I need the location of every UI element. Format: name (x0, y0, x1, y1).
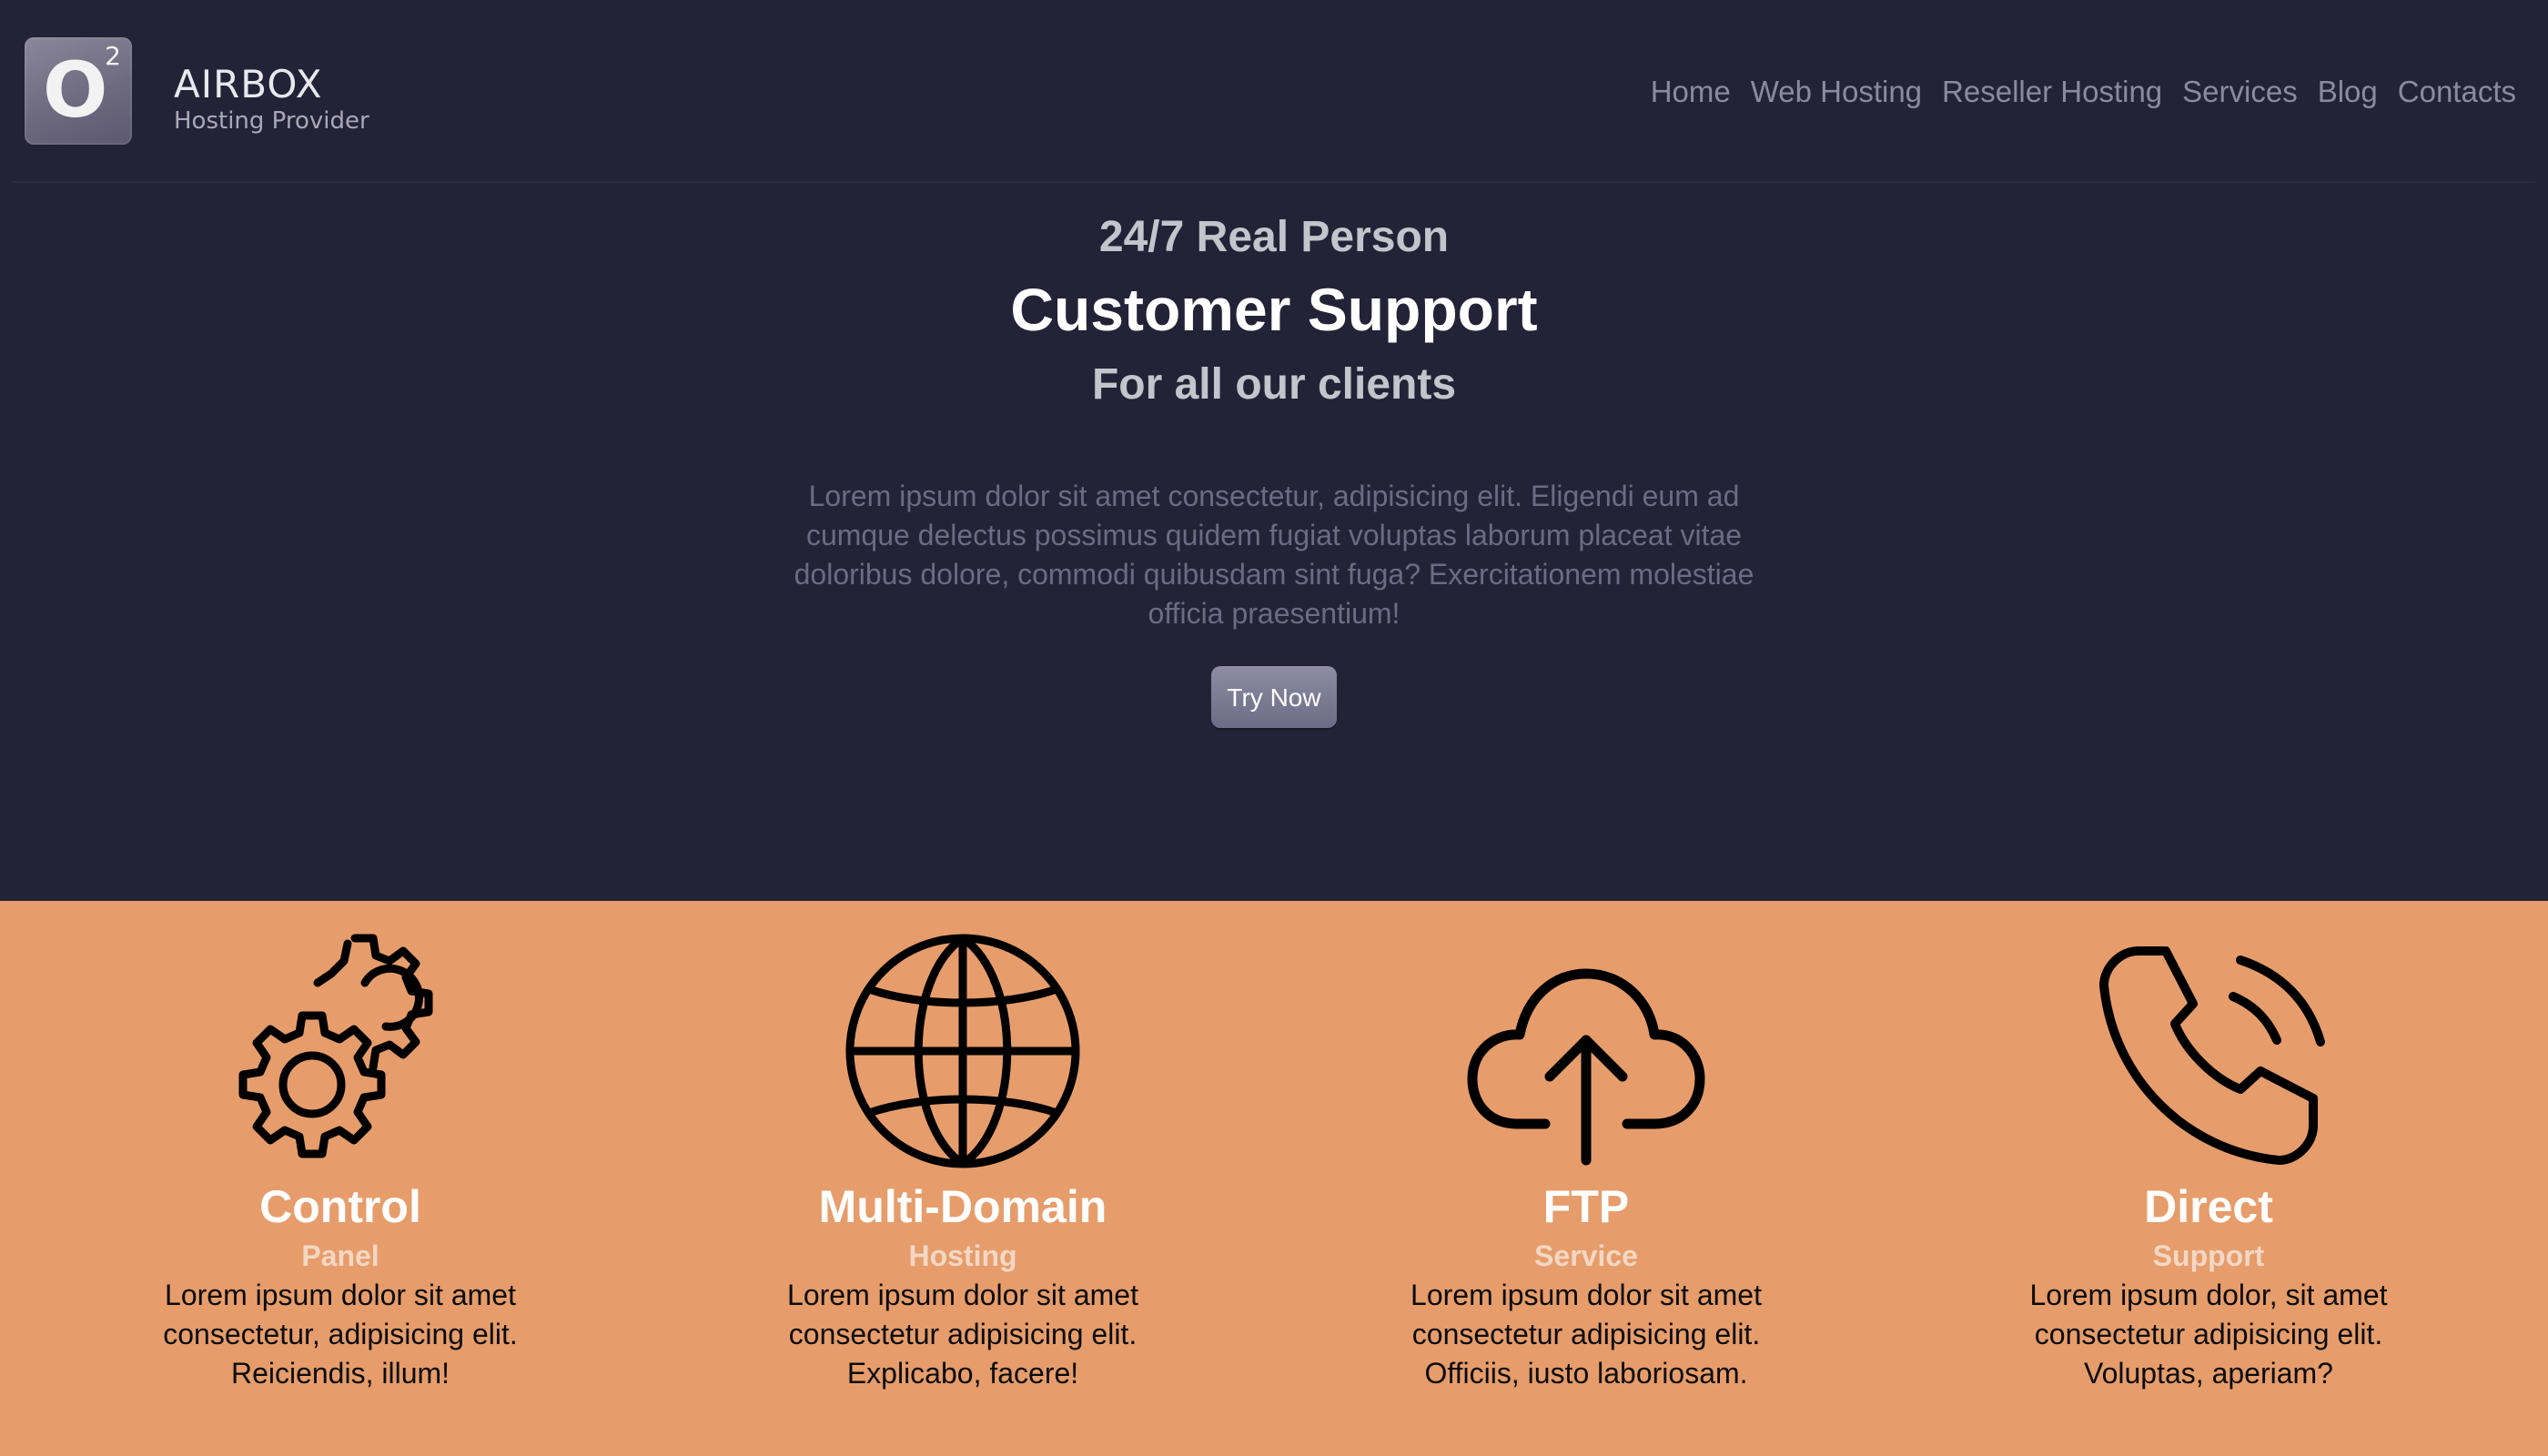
header-divider (13, 181, 2535, 183)
feature-subtitle: Hosting (908, 1239, 1017, 1272)
phone-call-icon (2099, 946, 2325, 1165)
feature-title: FTP (1542, 1181, 1630, 1232)
feature-title: Control (259, 1181, 421, 1232)
nav-item-reseller-hosting[interactable]: Reseller Hosting (1942, 75, 2162, 109)
feature-control-panel: Control Panel Lorem ipsum dolor sit amet… (86, 933, 595, 1393)
brand-name[interactable]: AIRBOX (174, 62, 323, 106)
logo-superscript: 2 (105, 41, 121, 71)
feature-subtitle: Support (2152, 1239, 2265, 1272)
feature-description: Lorem ipsum dolor sit amet consectetur a… (1410, 1279, 1762, 1390)
nav-item-blog[interactable]: Blog (2318, 75, 2378, 109)
brand-tagline: Hosting Provider (174, 107, 369, 135)
nav-item-web-hosting[interactable]: Web Hosting (1751, 75, 1922, 109)
hero-title: Customer Support (1010, 276, 1538, 343)
main-nav: Home Web Hosting Reseller Hosting Servic… (1651, 75, 2516, 109)
hero-content: 24/7 Real Person Customer Support For al… (0, 209, 2548, 728)
feature-subtitle: Panel (301, 1239, 379, 1272)
gears-icon (238, 934, 433, 1158)
nav-item-home[interactable]: Home (1651, 75, 1731, 109)
feature-multi-domain: Multi-Domain Hosting Lorem ipsum dolor s… (708, 933, 1218, 1393)
globe-icon (845, 934, 1080, 1168)
hero-kicker: 24/7 Real Person (1098, 213, 1450, 261)
feature-title: Direct (2144, 1181, 2273, 1232)
hero-section: O 2 AIRBOX Hosting Provider Home Web Hos… (0, 0, 2548, 901)
features-section: Control Panel Lorem ipsum dolor sit amet… (0, 901, 2548, 1456)
site-header: O 2 AIRBOX Hosting Provider Home Web Hos… (0, 0, 2548, 183)
hero-subtitle: For all our clients (1091, 360, 1457, 409)
logo[interactable]: O 2 (25, 37, 132, 145)
try-now-button[interactable]: Try Now (1211, 666, 1337, 728)
feature-ftp-service: FTP Service Lorem ipsum dolor sit amet c… (1331, 933, 1841, 1393)
cloud-upload-icon (1467, 968, 1705, 1166)
feature-subtitle: Service (1534, 1239, 1638, 1272)
feature-description: Lorem ipsum dolor, sit amet consectetur … (2029, 1279, 2388, 1390)
logo-letter: O (43, 46, 108, 135)
feature-description: Lorem ipsum dolor sit amet consectetur a… (787, 1279, 1138, 1390)
hero-description: Lorem ipsum dolor sit amet consectetur, … (794, 480, 1754, 630)
feature-title: Multi-Domain (818, 1181, 1107, 1232)
nav-item-contacts[interactable]: Contacts (2398, 75, 2516, 109)
feature-description: Lorem ipsum dolor sit amet consectetur, … (163, 1279, 518, 1390)
feature-direct-support: Direct Support Lorem ipsum dolor, sit am… (1954, 933, 2463, 1393)
nav-item-services[interactable]: Services (2182, 75, 2298, 109)
